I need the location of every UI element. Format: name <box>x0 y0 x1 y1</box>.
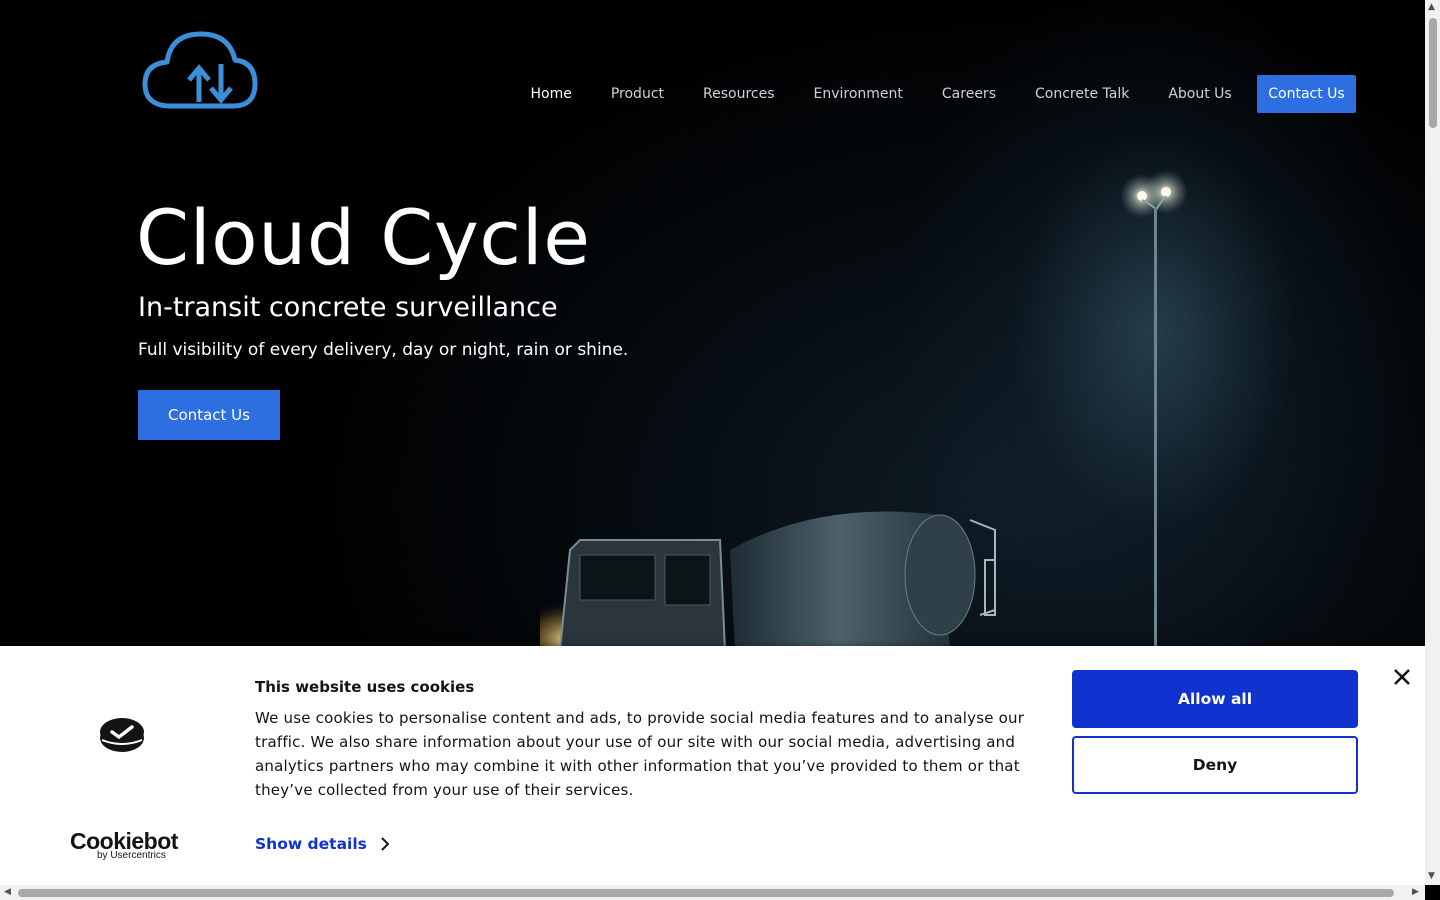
viewport: Home Product Resources Environment Caree… <box>0 0 1425 885</box>
nav-item-home[interactable]: Home <box>511 86 591 102</box>
nav-item-careers[interactable]: Careers <box>922 86 1015 102</box>
cookiebot-logo-icon <box>100 718 144 752</box>
hero-subtitle: In-transit concrete surveillance <box>138 292 558 323</box>
show-details-link[interactable]: Show details <box>255 835 389 853</box>
concrete-mixer-truck-image <box>540 511 996 650</box>
hero-contact-us-button[interactable]: Contact Us <box>138 390 280 440</box>
allow-all-button[interactable]: Allow all <box>1072 670 1358 728</box>
scroll-up-arrow-icon[interactable]: ▲ <box>1428 3 1435 12</box>
nav-item-resources[interactable]: Resources <box>684 86 795 102</box>
nav-contact-us-button[interactable]: Contact Us <box>1257 75 1356 113</box>
deny-button[interactable]: Deny <box>1072 736 1358 794</box>
cloud-cycle-logo-icon[interactable] <box>141 30 259 112</box>
scroll-left-arrow-icon[interactable]: ◀ <box>4 888 11 897</box>
vertical-scrollbar[interactable] <box>1425 0 1440 885</box>
cookiebot-byline: by Usercentrics <box>97 850 166 861</box>
show-details-label: Show details <box>255 835 367 853</box>
scroll-down-arrow-icon[interactable]: ▼ <box>1428 872 1435 881</box>
main-nav: Home Product Resources Environment Caree… <box>511 75 1251 113</box>
horizontal-scrollbar-thumb[interactable] <box>18 889 1394 897</box>
cookie-body-text: We use cookies to personalise content an… <box>255 709 1025 799</box>
street-lamp-image <box>1120 170 1188 650</box>
hero-title: Cloud Cycle <box>136 193 591 282</box>
nav-item-environment[interactable]: Environment <box>794 86 922 102</box>
nav-item-concrete-talk[interactable]: Concrete Talk <box>1016 86 1149 102</box>
nav-item-about-us[interactable]: About Us <box>1149 86 1251 102</box>
nav-item-product[interactable]: Product <box>591 86 683 102</box>
chevron-right-icon <box>381 837 389 851</box>
vertical-scrollbar-thumb[interactable] <box>1429 18 1437 128</box>
close-icon[interactable] <box>1391 666 1413 688</box>
scroll-right-arrow-icon[interactable]: ▶ <box>1412 888 1419 897</box>
cookie-title: This website uses cookies <box>255 678 475 696</box>
hero-description: Full visibility of every delivery, day o… <box>138 340 629 360</box>
